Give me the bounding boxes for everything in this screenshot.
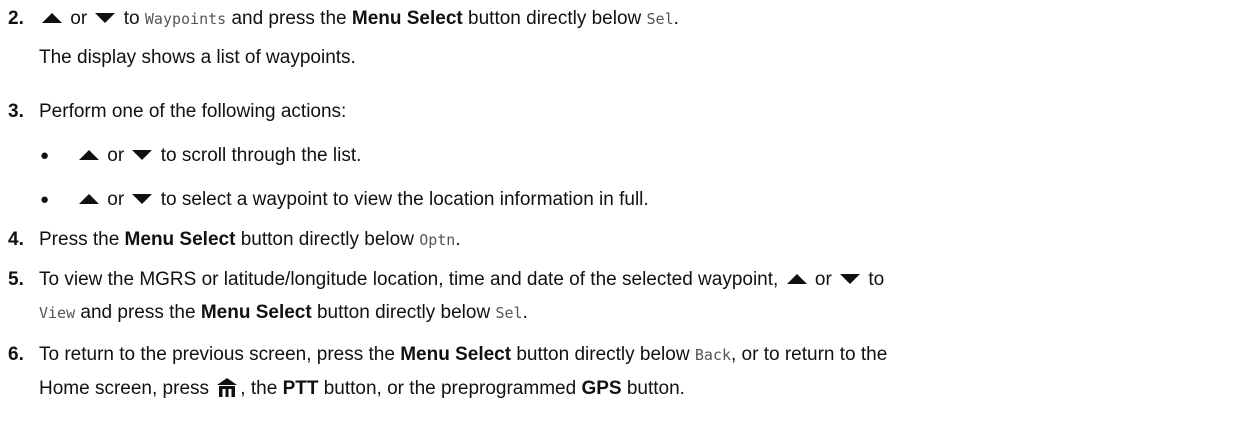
softkey-optn: Optn [419, 231, 456, 249]
step-text: Home screen, press [39, 378, 210, 399]
step-number: 3. [8, 101, 24, 122]
step-text: button directly below [316, 302, 491, 323]
step-number: 5. [8, 269, 24, 290]
period: . [673, 8, 679, 29]
step-number: 2. [8, 8, 24, 29]
bullet-dot: ● [40, 191, 50, 208]
bullet-item: ● or to scroll through the list. [40, 139, 361, 172]
step-text: to [868, 269, 885, 290]
step-text: button. [626, 378, 685, 399]
or-text: or [107, 189, 125, 210]
step-5: 5. To view the MGRS or latitude/longitud… [8, 263, 1240, 330]
step-2-result: The display shows a list of waypoints. [8, 41, 1240, 74]
menu-select-label: Menu Select [200, 302, 312, 323]
step-number: 4. [8, 229, 24, 250]
softkey-back: Back [694, 346, 731, 364]
bullet-item: ● or to select a waypoint to view the lo… [40, 183, 649, 216]
bullet-text: to select a waypoint to view the locatio… [160, 189, 649, 210]
step-text: button directly below [240, 229, 414, 250]
or-text: or [107, 145, 125, 166]
ptt-label: PTT [282, 378, 319, 399]
bullet-dot: ● [40, 147, 50, 164]
softkey-sel: Sel [646, 10, 674, 28]
up-arrow-icon [78, 193, 100, 205]
step-text: button directly below [516, 344, 690, 365]
period: . [522, 302, 528, 323]
menu-select-label: Menu Select [400, 344, 512, 365]
result-text: The display shows a list of waypoints. [39, 47, 356, 68]
step-text: button, or the preprogrammed [323, 378, 577, 399]
step-text: and press the [231, 8, 347, 29]
up-arrow-icon [786, 273, 808, 285]
or-text: or [814, 269, 832, 290]
home-icon [216, 377, 238, 397]
down-arrow-icon [131, 193, 153, 205]
step-6: 6. To return to the previous screen, pre… [8, 338, 1240, 405]
step-text: to [123, 8, 140, 29]
menu-select-label: Menu Select [124, 229, 236, 250]
gps-label: GPS [581, 378, 622, 399]
step-text: , the [240, 378, 278, 399]
step-text: button directly below [468, 8, 642, 29]
step-text: and press the [80, 302, 196, 323]
step-text: , or to return to the [730, 344, 888, 365]
step-3: 3. Perform one of the following actions: [8, 95, 1240, 128]
menu-item-waypoints: Waypoints [144, 10, 227, 28]
step-text: Press the [39, 229, 120, 250]
menu-select-label: Menu Select [351, 8, 463, 29]
step-text: To view the MGRS or latitude/longitude l… [39, 269, 779, 290]
step-text: To return to the previous screen, press … [39, 344, 395, 365]
down-arrow-icon [94, 12, 116, 24]
up-arrow-icon [41, 12, 63, 24]
step-2: 2. or to Waypoints and press the Menu Se… [8, 2, 1240, 36]
step-4: 4. Press the Menu Select button directly… [8, 223, 1240, 257]
menu-item-view: View [39, 304, 76, 322]
softkey-sel: Sel [495, 304, 523, 322]
step-number: 6. [8, 344, 24, 365]
period: . [455, 229, 461, 250]
or-text: or [70, 8, 88, 29]
bullet-text: to scroll through the list. [160, 145, 362, 166]
step-text: Perform one of the following actions: [39, 101, 347, 122]
up-arrow-icon [78, 149, 100, 161]
down-arrow-icon [131, 149, 153, 161]
down-arrow-icon [839, 273, 861, 285]
